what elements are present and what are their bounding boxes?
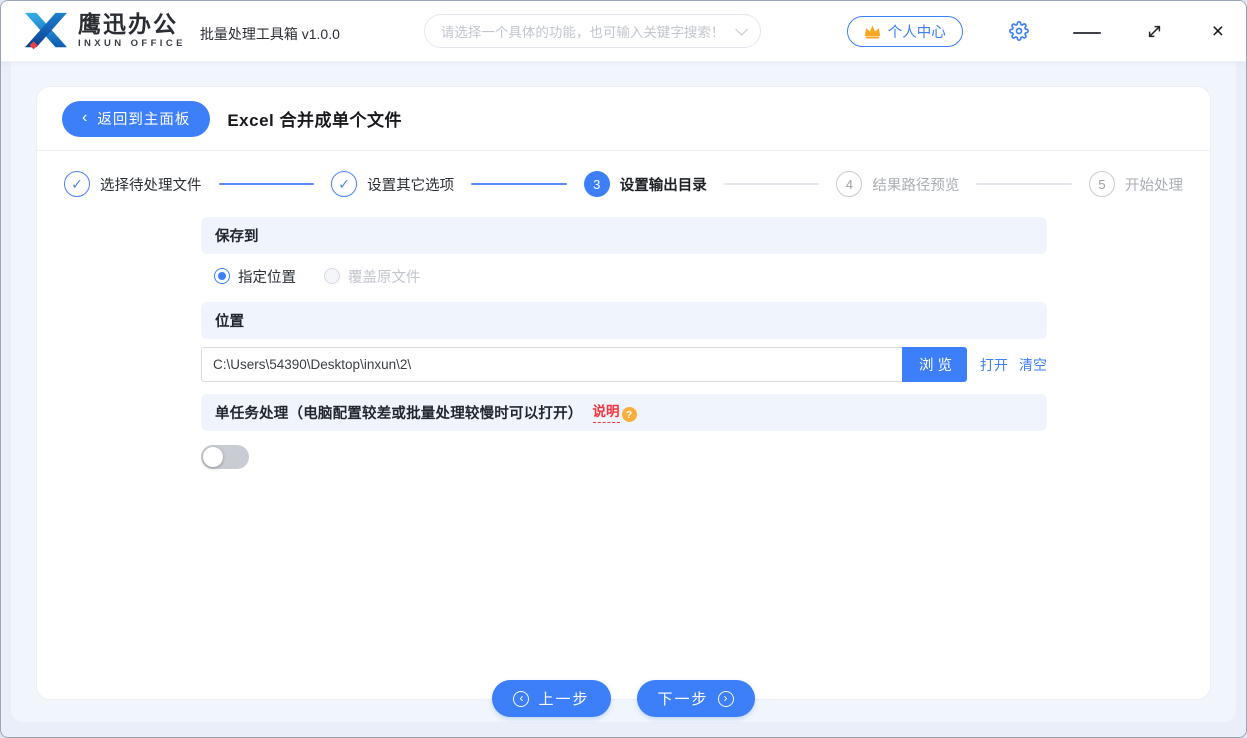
output-path-input[interactable] [201,347,902,382]
wizard-stepper: ✓ 选择待处理文件 ✓ 设置其它选项 3 设置输出目录 4 结果路径预览 [37,151,1210,213]
step-number: 4 [836,171,862,197]
step-connector [724,183,820,185]
wizard-footer-nav: ‹ 上一步 下一步 › [37,680,1210,717]
location-header-label: 位置 [215,310,244,331]
main-area: ‹ 返回到主面板 Excel 合并成单个文件 ✓ 选择待处理文件 ✓ 设置其它选… [11,62,1236,722]
radio-disabled-icon [324,268,340,284]
back-button-label: 返回到主面板 [97,108,190,129]
circled-chevron-left-icon: ‹ [513,691,529,707]
step-label: 结果路径预览 [872,174,959,195]
function-search-select[interactable]: 请选择一个具体的功能，也可输入关键字搜索！ [424,14,761,48]
step-connector [976,183,1072,185]
settings-gear-icon[interactable] [1009,21,1029,41]
chevron-down-icon [735,23,748,36]
radio-label: 指定位置 [238,266,296,287]
restore-resize-button[interactable] [1147,24,1162,39]
prev-step-button[interactable]: ‹ 上一步 [492,680,610,717]
wizard-card: ‹ 返回到主面板 Excel 合并成单个文件 ✓ 选择待处理文件 ✓ 设置其它选… [36,86,1211,700]
step-output-directory: 3 设置输出目录 [584,171,707,197]
step-number: 3 [584,171,610,197]
header-controls: 个人中心 × [847,16,1224,47]
next-step-button[interactable]: 下一步 › [637,680,755,717]
brand-subtitle: INXUN OFFICE [78,39,186,49]
page-title: Excel 合并成单个文件 [227,106,402,131]
step-done-check-icon: ✓ [64,171,90,197]
single-task-header-label: 单任务处理（电脑配置较差或批量处理较慢时可以打开） [215,402,583,423]
save-to-header-label: 保存到 [215,225,259,246]
next-step-label: 下一步 [658,688,709,709]
close-icon: × [1212,21,1224,42]
clear-path-link[interactable]: 清空 [1019,355,1047,375]
step-connector [219,183,315,185]
help-explanation-link[interactable]: 说明 [593,402,620,423]
app-header: 鹰迅办公 INXUN OFFICE 批量处理工具箱 v1.0.0 请选择一个具体… [1,1,1246,62]
output-settings-form: 保存到 指定位置 覆盖原文件 位置 浏览 [201,217,1047,469]
close-button[interactable]: × [1212,21,1224,42]
step-label: 设置其它选项 [367,174,454,195]
save-to-section-header: 保存到 [201,217,1047,254]
open-folder-link[interactable]: 打开 [980,355,1008,375]
radio-label: 覆盖原文件 [348,266,421,287]
save-to-options: 指定位置 覆盖原文件 [201,254,1047,298]
radio-overwrite-original[interactable]: 覆盖原文件 [324,266,421,287]
toggle-knob [203,447,223,467]
step-connector [471,183,567,185]
radio-specified-location[interactable]: 指定位置 [214,266,296,287]
crown-icon [864,24,881,39]
location-links: 打开 清空 [980,355,1047,375]
user-center-label: 个人中心 [888,21,946,42]
step-label: 设置输出目录 [620,174,707,195]
circled-chevron-right-icon: › [718,691,734,707]
app-title: 批量处理工具箱 v1.0.0 [200,18,340,44]
resize-icon [1147,24,1162,39]
card-title-row: ‹ 返回到主面板 Excel 合并成单个文件 [37,87,1210,151]
brand-text: 鹰迅办公 INXUN OFFICE [78,13,186,49]
step-number: 5 [1089,171,1115,197]
step-done-check-icon: ✓ [331,171,357,197]
location-section-header: 位置 [201,302,1047,339]
browse-button[interactable]: 浏览 [902,347,967,382]
brand-name: 鹰迅办公 [78,13,186,36]
single-task-section-header: 单任务处理（电脑配置较差或批量处理较慢时可以打开） 说明 ? [201,394,1047,431]
minimize-button[interactable] [1079,28,1095,34]
single-task-toggle-row [201,431,1047,469]
search-placeholder: 请选择一个具体的功能，也可输入关键字搜索！ [441,21,725,41]
back-to-dashboard-button[interactable]: ‹ 返回到主面板 [62,101,210,137]
prev-step-label: 上一步 [538,688,589,709]
location-input-row: 浏览 打开 清空 [201,347,1047,382]
step-select-files: ✓ 选择待处理文件 [64,171,202,197]
brand-logo-icon [23,10,69,52]
step-label: 开始处理 [1125,174,1183,195]
step-label: 选择待处理文件 [100,174,202,195]
single-task-toggle[interactable] [201,445,249,469]
question-mark-icon[interactable]: ? [622,407,637,422]
step-start-processing: 5 开始处理 [1089,171,1183,197]
step-result-preview: 4 结果路径预览 [836,171,959,197]
radio-selected-icon [214,268,230,284]
app-window: 鹰迅办公 INXUN OFFICE 批量处理工具箱 v1.0.0 请选择一个具体… [0,0,1247,738]
chevron-left-icon: ‹ [82,110,88,126]
step-other-options: ✓ 设置其它选项 [331,171,454,197]
minimize-icon [1073,32,1101,34]
user-center-button[interactable]: 个人中心 [847,16,963,47]
